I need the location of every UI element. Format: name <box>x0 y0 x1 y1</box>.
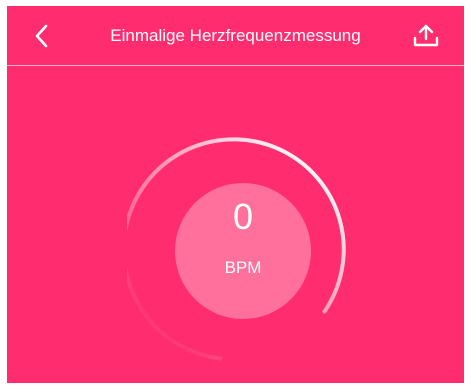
upload-icon <box>413 24 439 47</box>
back-button[interactable] <box>29 22 57 50</box>
bpm-value: 0 <box>232 196 254 237</box>
share-button[interactable] <box>411 22 441 50</box>
heart-rate-screen: Einmalige Herzfrequenzmessung 0 BPM <box>7 6 464 383</box>
header-divider <box>7 65 464 66</box>
bpm-unit-label: BPM <box>224 258 262 277</box>
page-title: Einmalige Herzfrequenzmessung <box>110 26 361 45</box>
top-bar: Einmalige Herzfrequenzmessung <box>7 6 464 65</box>
chevron-left-icon <box>35 24 48 48</box>
